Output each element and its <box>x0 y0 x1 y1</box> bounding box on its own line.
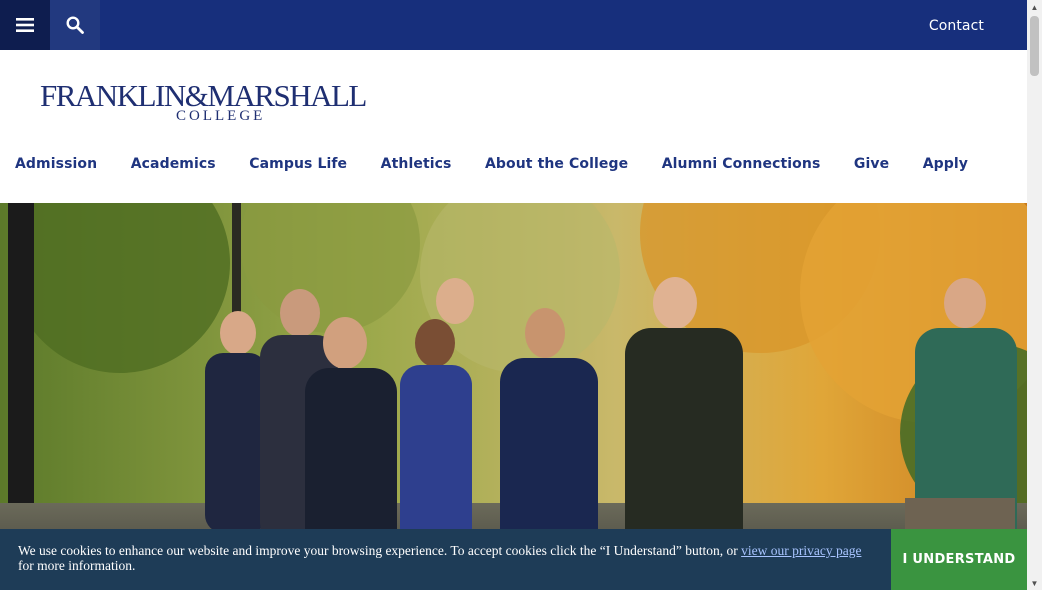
menu-button[interactable] <box>0 0 50 50</box>
cookie-message: We use cookies to enhance our website an… <box>18 543 868 573</box>
scroll-down-arrow-icon[interactable]: ▼ <box>1027 576 1042 590</box>
nav-item-admission[interactable]: Admission <box>15 156 97 172</box>
cookie-message-text: We use cookies to enhance our website an… <box>18 543 742 558</box>
search-button[interactable] <box>50 0 100 50</box>
main-navigation: Admission Academics Campus Life Athletic… <box>15 156 1002 172</box>
nav-item-athletics[interactable]: Athletics <box>381 156 452 172</box>
nav-item-alumni-connections[interactable]: Alumni Connections <box>662 156 821 172</box>
top-utility-bar: Contact <box>0 0 1027 50</box>
i-understand-button[interactable]: I UNDERSTAND <box>891 529 1027 590</box>
nav-item-academics[interactable]: Academics <box>131 156 216 172</box>
nav-item-apply[interactable]: Apply <box>923 156 968 172</box>
page-scrollbar[interactable]: ▲ ▼ <box>1027 0 1042 590</box>
logo-subtitle: COLLEGE <box>176 108 266 124</box>
contact-link[interactable]: Contact <box>929 18 984 34</box>
nav-item-give[interactable]: Give <box>854 156 889 172</box>
privacy-page-link[interactable]: view our privacy page <box>741 543 861 558</box>
hamburger-menu-icon <box>16 18 34 32</box>
college-logo[interactable]: FRANKLIN&MARSHALL COLLEGE <box>40 80 367 126</box>
scrollbar-thumb[interactable] <box>1030 16 1039 76</box>
cookie-banner: We use cookies to enhance our website an… <box>0 529 1027 590</box>
cookie-message-suffix: for more information. <box>18 558 136 573</box>
scroll-up-arrow-icon[interactable]: ▲ <box>1027 0 1042 14</box>
nav-item-about-the-college[interactable]: About the College <box>485 156 628 172</box>
nav-item-campus-life[interactable]: Campus Life <box>249 156 347 172</box>
search-icon <box>66 16 84 34</box>
